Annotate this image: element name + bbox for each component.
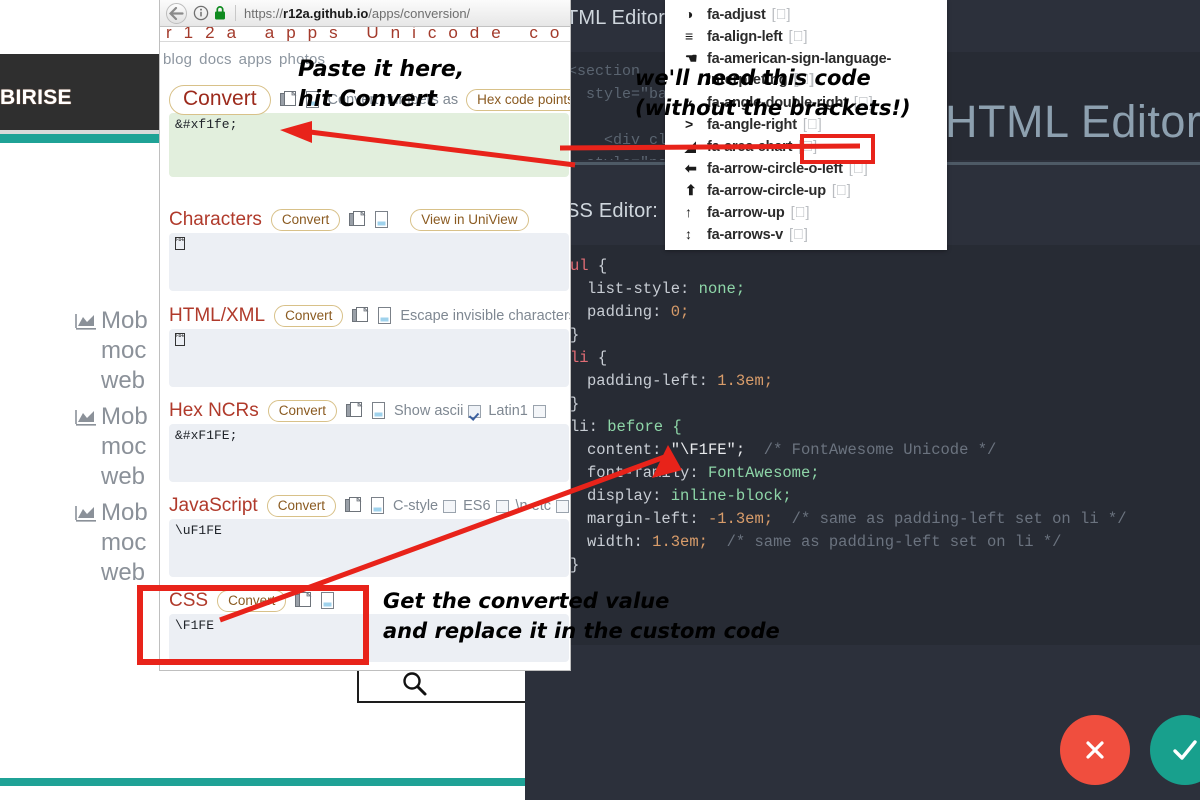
list-item[interactable]: ⬆fa-arrow-circle-up [] bbox=[665, 182, 947, 204]
copy-icon[interactable] bbox=[349, 211, 366, 229]
html-xml-output[interactable]: F1FE bbox=[169, 329, 569, 387]
info-icon[interactable] bbox=[193, 5, 209, 21]
show-ascii-label: Show ascii bbox=[394, 403, 463, 419]
area-chart-icon bbox=[75, 505, 97, 522]
fa-glyph-icon: ⬅ bbox=[685, 160, 707, 177]
feature-text: Mob bbox=[101, 307, 148, 334]
css-section-highlight-box bbox=[137, 585, 369, 665]
icon-name: fa-arrow-up bbox=[707, 205, 785, 221]
fa-glyph-icon: ⬆ bbox=[685, 182, 707, 199]
view-in-uniview-button[interactable]: View in UniView bbox=[410, 209, 528, 231]
html-editor-label: TML Editor: bbox=[566, 7, 671, 30]
annotation-arrow-1 bbox=[270, 110, 580, 170]
accent-bar-bottom bbox=[0, 778, 525, 786]
section-characters: Characters Convert bbox=[169, 207, 569, 291]
list-item[interactable]: ↑fa-arrow-up [] bbox=[665, 204, 947, 226]
icon-code: [] bbox=[832, 183, 851, 199]
nav-item-apps[interactable]: apps bbox=[239, 51, 272, 68]
annotation-paste-here: Paste it here, hit Convert bbox=[298, 55, 464, 115]
fa-glyph-icon: ↕ bbox=[685, 226, 707, 242]
number-format-select[interactable]: Hex code points bbox=[466, 89, 570, 111]
site-logo: BIRISE bbox=[0, 86, 72, 110]
characters-output[interactable]: F1FE bbox=[169, 233, 569, 291]
fa-glyph-icon: ◑ bbox=[685, 6, 707, 22]
icon-code: [] bbox=[791, 205, 810, 221]
icon-code: [] bbox=[789, 29, 808, 45]
hex-ncrs-title: Hex NCRs bbox=[169, 400, 259, 422]
latin1-label: Latin1 bbox=[488, 403, 528, 419]
list-item[interactable]: ≡fa-align-left [] bbox=[665, 28, 947, 50]
list-item[interactable]: ↕fa-arrows-v [] bbox=[665, 226, 947, 248]
feature-text: Mob bbox=[101, 403, 148, 430]
url-bar[interactable]: https://r12a.github.io/apps/conversion/ bbox=[244, 6, 470, 21]
hex-ncrs-convert-button[interactable]: Convert bbox=[268, 400, 337, 422]
fa-glyph-icon: ↑ bbox=[685, 204, 707, 220]
characters-convert-button[interactable]: Convert bbox=[271, 209, 340, 231]
cancel-button[interactable] bbox=[1060, 715, 1130, 785]
url-host: r12a.github.io bbox=[283, 6, 368, 21]
html-xml-convert-button[interactable]: Convert bbox=[274, 305, 343, 327]
lock-icon bbox=[213, 5, 227, 21]
area-chart-icon bbox=[75, 409, 97, 426]
icon-name: fa-arrow-circle-up bbox=[707, 183, 826, 199]
latin1-checkbox[interactable] bbox=[533, 405, 546, 418]
annotation-replace-code: Get the converted value and replace it i… bbox=[383, 586, 780, 646]
url-prefix: https:// bbox=[244, 6, 283, 21]
nav-item-blog[interactable]: blog bbox=[163, 51, 192, 68]
url-path: /apps/conversion/ bbox=[368, 6, 470, 21]
icon-code: [] bbox=[789, 227, 808, 243]
unknown-glyph-icon: F1FE bbox=[175, 333, 185, 346]
copy-icon[interactable] bbox=[352, 307, 369, 325]
input-convert-button[interactable]: Convert bbox=[169, 85, 271, 115]
list-item[interactable]: ◑fa-adjust [] bbox=[665, 6, 947, 28]
paste-icon[interactable] bbox=[374, 211, 390, 229]
nav-item-docs[interactable]: docs bbox=[199, 51, 232, 68]
search-icon bbox=[399, 669, 429, 699]
check-icon bbox=[1170, 737, 1200, 763]
css-editor-label: SS Editor: bbox=[566, 200, 658, 223]
close-icon bbox=[1082, 737, 1108, 763]
icon-name: fa-align-left bbox=[707, 29, 783, 45]
section-html-xml: HTML/XML Convert bbox=[169, 303, 569, 387]
annotation-need-code: we'll need this code (without the bracke… bbox=[635, 63, 911, 123]
icon-code: [] bbox=[772, 7, 791, 23]
icon-name: fa-arrows-v bbox=[707, 227, 783, 243]
html-xml-title: HTML/XML bbox=[169, 305, 265, 327]
area-chart-icon bbox=[75, 313, 97, 330]
browser-toolbar: https://r12a.github.io/apps/conversion/ bbox=[160, 0, 570, 27]
feature-text: Mob bbox=[101, 499, 148, 526]
unknown-glyph-icon: F1FE bbox=[175, 237, 185, 250]
icon-name: fa-adjust bbox=[707, 7, 766, 23]
show-ascii-checkbox[interactable] bbox=[468, 405, 481, 418]
breadcrumb-divider bbox=[160, 41, 570, 42]
paste-icon[interactable] bbox=[377, 307, 393, 325]
copy-icon[interactable] bbox=[346, 402, 363, 420]
copy-icon[interactable] bbox=[280, 91, 297, 109]
back-arrow-icon[interactable] bbox=[166, 3, 187, 24]
html-editor-watermark: HTML Editor bbox=[945, 96, 1200, 148]
escape-invisible-label: Escape invisible characters bbox=[400, 308, 570, 324]
toolbar-divider bbox=[235, 5, 236, 21]
characters-title: Characters bbox=[169, 209, 262, 231]
paste-icon[interactable] bbox=[371, 402, 387, 420]
fa-glyph-icon: ≡ bbox=[685, 28, 707, 44]
code-highlight-box bbox=[800, 134, 875, 164]
screenshot-root: BIRISE Mob moc web bbox=[0, 0, 1200, 800]
